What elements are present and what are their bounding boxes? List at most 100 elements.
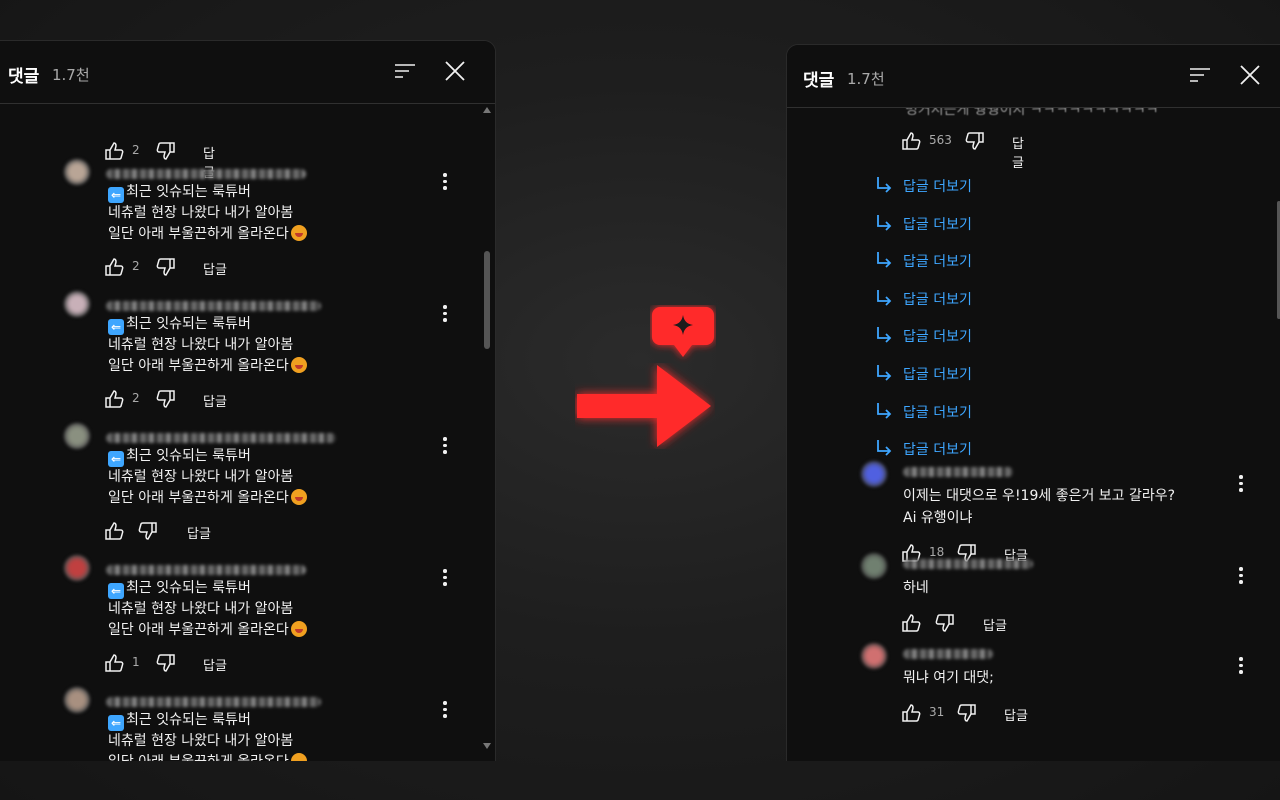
thumbs-up-icon[interactable] (901, 613, 921, 633)
comments-title: 댓글 (8, 67, 40, 87)
thumbs-up-icon[interactable] (901, 131, 921, 151)
comment-text: 일단 아래 부울끈하게 올라온다 (108, 754, 289, 761)
comment-text: 최근 잇슈되는 룩튜버 (126, 316, 251, 332)
thumbs-up-icon[interactable] (104, 521, 124, 541)
comment-actions: 2 답글 (104, 389, 254, 410)
author-name[interactable] (106, 169, 306, 179)
more-vert-icon[interactable] (1239, 475, 1243, 493)
like-count: 31 (929, 705, 945, 719)
more-vert-icon[interactable] (1239, 657, 1243, 675)
author-name[interactable] (903, 467, 1013, 477)
comment-line: 일단 아래 부울끈하게 올라온다 (108, 487, 307, 507)
more-replies-label: 답글 더보기 (903, 404, 972, 421)
comments-list[interactable]: 2 답글 ⇐최근 잇슈되는 룩튜버네츄럴 현장 나왔다 내가 알아봄일단 아래 … (0, 103, 495, 761)
author-name[interactable] (903, 649, 993, 659)
avatar[interactable] (64, 159, 90, 185)
reply-arrow-icon (877, 440, 892, 456)
avatar[interactable] (64, 687, 90, 713)
more-replies-label: 답글 더보기 (903, 216, 972, 233)
comment-actions: 답글 (901, 613, 1051, 634)
comment-line: 일단 아래 부울끈하게 올라온다 (108, 355, 307, 375)
author-name[interactable] (106, 697, 321, 707)
comment-line: ⇐ 최근 잇슈되는 룩튜버 (108, 577, 251, 599)
sort-icon[interactable] (394, 62, 416, 80)
reply-arrow-icon (877, 177, 892, 193)
hot-face-emoji-icon (290, 753, 307, 761)
avatar[interactable] (64, 555, 90, 581)
comments-list[interactable]: 벙거지는게 뭥뭥이지 ㅋㅋㅋㅋㅋㅋㅋㅋㅋㅋ 563 답글 답글 더보기 답글 더보… (787, 107, 1280, 761)
close-icon[interactable] (444, 60, 466, 82)
comment-actions: 1 답글 (104, 653, 254, 674)
more-vert-icon[interactable] (1239, 567, 1243, 585)
author-name[interactable] (106, 433, 336, 443)
scroll-up-arrow[interactable] (483, 107, 491, 113)
thumbs-down-icon[interactable] (156, 257, 176, 277)
reply-arrow-icon (877, 402, 892, 419)
thumbs-down-icon[interactable] (156, 653, 176, 673)
thumbs-up-icon[interactable] (901, 703, 921, 723)
comment-text: 일단 아래 부울끈하게 올라온다 (108, 226, 289, 242)
like-count: 2 (132, 259, 140, 273)
thumbs-down-icon[interactable] (138, 521, 158, 541)
thumbs-down-icon[interactable] (935, 613, 955, 633)
reply-button[interactable]: 답글 (1004, 705, 1028, 724)
comment-line: ⇐ 최근 잇슈되는 룩튜버 (108, 313, 251, 335)
avatar[interactable] (64, 423, 90, 449)
back-arrow-emoji-icon: ⇐ (108, 583, 124, 599)
back-arrow-emoji-icon: ⇐ (108, 451, 124, 467)
like-count: 18 (929, 545, 945, 559)
thumbs-up-icon[interactable] (104, 257, 124, 277)
comment-line: 일단 아래 부울끈하게 올라온다 (108, 223, 307, 243)
avatar[interactable] (861, 643, 887, 669)
sort-icon[interactable] (1189, 66, 1211, 84)
more-vert-icon[interactable] (443, 173, 447, 191)
author-name[interactable] (106, 301, 321, 311)
comment-line: 네츄럴 현장 나왔다 내가 알아봄 (108, 337, 294, 353)
comment-actions: 31 답글 (901, 703, 1051, 724)
close-icon[interactable] (1239, 64, 1261, 86)
thumbs-up-icon[interactable] (104, 389, 124, 409)
author-name[interactable] (903, 559, 1033, 569)
like-count: 2 (132, 143, 140, 157)
more-vert-icon[interactable] (443, 701, 447, 719)
author-name[interactable] (106, 565, 306, 575)
sparkle-comment-icon (652, 307, 714, 357)
comment-line: 네츄럴 현장 나왔다 내가 알아봄 (108, 469, 294, 485)
reply-button[interactable]: 답글 (203, 655, 227, 674)
comments-title: 댓글 (803, 71, 835, 91)
reply-button[interactable]: 답글 (187, 523, 211, 542)
thumbs-down-icon[interactable] (957, 703, 977, 723)
more-vert-icon[interactable] (443, 569, 447, 587)
truncated-comment-text: 벙거지는게 뭥뭥이지 ㅋㅋㅋㅋㅋㅋㅋㅋㅋㅋ (905, 107, 1159, 118)
avatar[interactable] (861, 461, 887, 487)
thumbs-down-icon[interactable] (965, 131, 985, 151)
more-replies-label: 답글 더보기 (903, 367, 972, 383)
avatar[interactable] (861, 553, 887, 579)
comment-text: 일단 아래 부울끈하게 올라온다 (108, 490, 289, 506)
comment-actions: 답글 (104, 521, 254, 542)
more-vert-icon[interactable] (443, 305, 447, 323)
thumbs-up-icon[interactable] (104, 653, 124, 673)
scrollbar-thumb[interactable] (484, 251, 490, 349)
reply-button[interactable]: 답글 (983, 615, 1007, 634)
comment-line: ⇐ 최근 잇슈되는 룩튜버 (108, 181, 251, 203)
thumbs-down-icon[interactable] (156, 389, 176, 409)
reply-arrow-icon (877, 365, 892, 381)
comments-count: 1.7천 (847, 70, 885, 88)
more-replies-label: 답글 더보기 (903, 179, 972, 195)
hot-face-emoji-icon (290, 225, 307, 241)
reply-button[interactable]: 답글 (203, 259, 227, 278)
more-vert-icon[interactable] (443, 437, 447, 455)
reply-arrow-icon (877, 327, 892, 344)
comment-text: 최근 잇슈되는 룩튜버 (126, 580, 251, 596)
scroll-down-arrow[interactable] (483, 743, 491, 749)
comment-line: 이제는 대댓으로 우!19세 좋은거 보고 갈라우? (903, 488, 1176, 504)
avatar[interactable] (64, 291, 90, 317)
reply-button[interactable]: 답글 (1012, 133, 1024, 171)
comment-line: 네츄럴 현장 나왔다 내가 알아봄 (108, 205, 294, 221)
comment-line: ⇐ 최근 잇슈되는 룩튜버 (108, 445, 251, 467)
thumbs-down-icon[interactable] (156, 141, 176, 161)
like-count: 1 (132, 655, 140, 669)
reply-button[interactable]: 답글 (203, 391, 227, 410)
thumbs-up-icon[interactable] (104, 141, 124, 161)
